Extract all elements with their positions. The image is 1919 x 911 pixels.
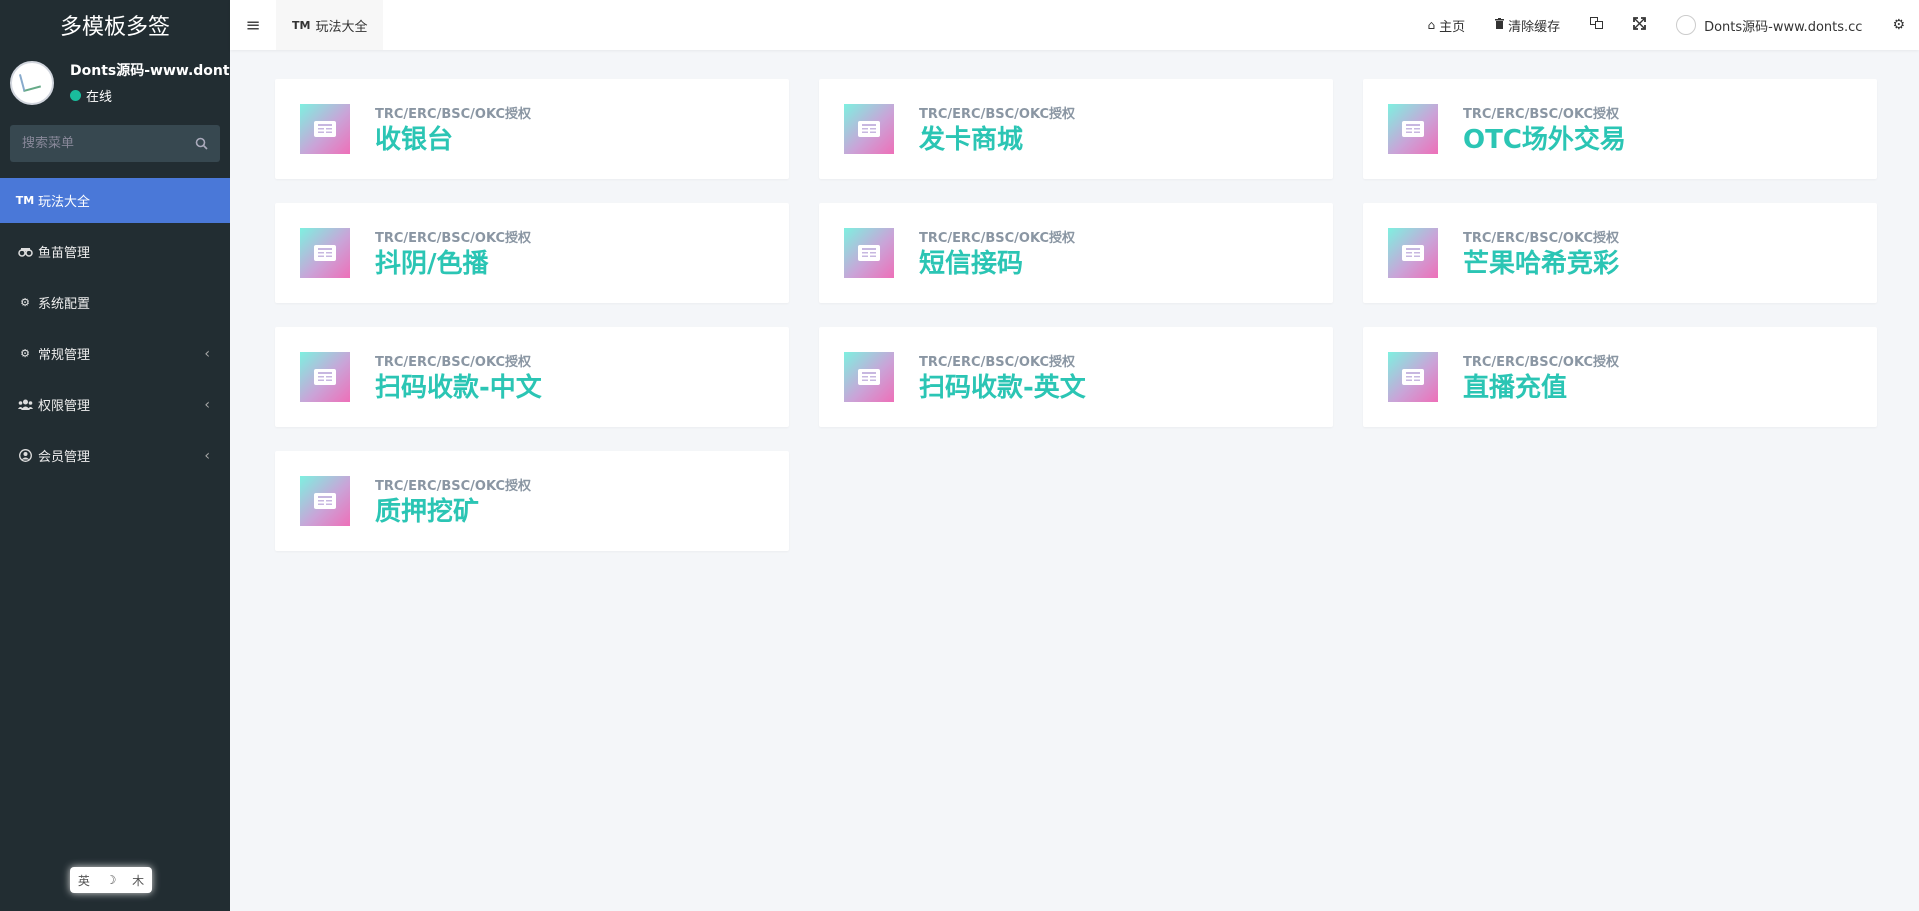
language-switcher[interactable]: 英 ☽ ⽊ — [70, 867, 152, 893]
sidebar-item-members[interactable]: 会员管理 ‹ — [0, 433, 230, 478]
settings-gears-icon[interactable]: ⚙ — [1892, 17, 1905, 33]
sidebar-item-label: 常规管理 — [38, 348, 91, 363]
card-title: 短信接码 — [919, 248, 1024, 279]
home-label: 主页 — [1439, 19, 1466, 35]
sidebar-item-label: 鱼苗管理 — [38, 246, 91, 261]
newspaper-icon — [1388, 104, 1438, 154]
card-subtitle: TRC/ERC/BSC/OKC授权 — [375, 230, 531, 246]
chevron-left-icon: ‹ — [204, 396, 210, 413]
search-input[interactable] — [22, 136, 172, 151]
topbar: ≡ TM 玩法大全 ⌂ 主页 清除缓存 Donts源码-www.donts.cc… — [230, 0, 1919, 50]
users-icon — [16, 399, 34, 410]
card-title: 芒果哈希竞彩 — [1463, 248, 1620, 279]
newspaper-icon — [1388, 228, 1438, 278]
fullscreen-button[interactable] — [1633, 16, 1646, 34]
module-card[interactable]: TRC/ERC/BSC/OKC授权 收银台 — [275, 79, 789, 179]
expand-icon — [1633, 16, 1646, 34]
sidebar-item-fish[interactable]: 鱼苗管理 — [0, 229, 230, 274]
chevron-left-icon: ‹ — [204, 447, 210, 464]
lang-option-other[interactable]: ⽊ — [132, 872, 144, 889]
gear-icon: ⚙ — [20, 296, 30, 309]
translate-button[interactable] — [1590, 17, 1604, 33]
sidebar-menu: TM 玩法大全 鱼苗管理 ⚙ 系统配置 ⚙ 常规管理 ‹ 权限管理 ‹ 会员管理… — [0, 178, 230, 478]
home-icon: ⌂ — [1427, 18, 1436, 32]
sidebar-item-system-config[interactable]: ⚙ 系统配置 — [0, 280, 230, 325]
module-card[interactable]: TRC/ERC/BSC/OKC授权 扫码收款-英文 — [819, 327, 1333, 427]
sidebar-item-general[interactable]: ⚙ 常规管理 ‹ — [0, 331, 230, 376]
chevron-left-icon: ‹ — [204, 345, 210, 362]
card-grid: TRC/ERC/BSC/OKC授权 收银台 TRC/ERC/BSC/OKC授权 … — [275, 79, 1877, 551]
user-panel: Donts源码-www.donts.cc 在线 — [0, 50, 230, 115]
newspaper-icon — [300, 228, 350, 278]
card-title: 发卡商城 — [919, 124, 1024, 155]
tm-icon: TM — [15, 194, 35, 207]
sidebar: 多模板多签 Donts源码-www.donts.cc 在线 TM 玩法大全 鱼苗… — [0, 0, 230, 911]
user-status: 在线 — [70, 86, 230, 105]
sidebar-item-permissions[interactable]: 权限管理 ‹ — [0, 382, 230, 427]
sidebar-item-label: 玩法大全 — [38, 195, 91, 210]
card-subtitle: TRC/ERC/BSC/OKC授权 — [375, 354, 531, 370]
home-link[interactable]: ⌂ 主页 — [1427, 16, 1465, 35]
newspaper-icon — [844, 352, 894, 402]
card-title: 抖阴/色播 — [375, 248, 489, 279]
newspaper-icon — [844, 104, 894, 154]
menu-toggle-icon[interactable]: ≡ — [230, 0, 276, 50]
card-subtitle: TRC/ERC/BSC/OKC授权 — [1463, 354, 1619, 370]
online-dot-icon — [70, 90, 81, 101]
sidebar-item-label: 权限管理 — [38, 399, 91, 414]
menu-search — [10, 125, 220, 162]
card-title: 扫码收款-中文 — [375, 372, 542, 403]
clear-cache-label: 清除缓存 — [1508, 19, 1561, 35]
module-card[interactable]: TRC/ERC/BSC/OKC授权 直播充值 — [1363, 327, 1877, 427]
clear-cache-button[interactable]: 清除缓存 — [1495, 16, 1560, 35]
card-title: 直播充值 — [1463, 372, 1568, 403]
module-card[interactable]: TRC/ERC/BSC/OKC授权 扫码收款-中文 — [275, 327, 789, 427]
user-name: Donts源码-www.donts.cc — [70, 63, 230, 79]
newspaper-icon — [300, 352, 350, 402]
lang-option-en[interactable]: 英 — [78, 872, 90, 889]
moon-icon[interactable]: ☽ — [106, 873, 117, 887]
avatar — [10, 60, 54, 105]
card-title: 收银台 — [375, 124, 454, 155]
card-subtitle: TRC/ERC/BSC/OKC授权 — [919, 354, 1075, 370]
newspaper-icon — [844, 228, 894, 278]
tm-icon: TM — [292, 18, 311, 32]
status-label: 在线 — [86, 90, 113, 105]
module-card[interactable]: TRC/ERC/BSC/OKC授权 发卡商城 — [819, 79, 1333, 179]
card-title: 质押挖矿 — [375, 496, 480, 527]
trash-icon — [1495, 18, 1505, 32]
module-card[interactable]: TRC/ERC/BSC/OKC授权 短信接码 — [819, 203, 1333, 303]
module-card[interactable]: TRC/ERC/BSC/OKC授权 芒果哈希竞彩 — [1363, 203, 1877, 303]
newspaper-icon — [1388, 352, 1438, 402]
card-subtitle: TRC/ERC/BSC/OKC授权 — [919, 106, 1075, 122]
search-icon[interactable] — [195, 137, 208, 150]
binoculars-icon — [16, 247, 34, 257]
newspaper-icon — [300, 476, 350, 526]
module-card[interactable]: TRC/ERC/BSC/OKC授权 质押挖矿 — [275, 451, 789, 551]
newspaper-icon — [300, 104, 350, 154]
card-subtitle: TRC/ERC/BSC/OKC授权 — [1463, 106, 1619, 122]
card-subtitle: TRC/ERC/BSC/OKC授权 — [919, 230, 1075, 246]
avatar — [1676, 15, 1697, 35]
card-title: OTC场外交易 — [1463, 124, 1626, 155]
tab-gameplay[interactable]: TM 玩法大全 — [276, 0, 384, 50]
card-subtitle: TRC/ERC/BSC/OKC授权 — [375, 106, 531, 122]
card-subtitle: TRC/ERC/BSC/OKC授权 — [375, 478, 531, 494]
topbar-actions: ⌂ 主页 清除缓存 Donts源码-www.donts.cc ⚙ — [1427, 0, 1919, 50]
brand-logo[interactable]: 多模板多签 — [0, 0, 230, 50]
gears-icon: ⚙ — [20, 347, 30, 360]
translate-icon — [1590, 17, 1604, 33]
main-content: TRC/ERC/BSC/OKC授权 收银台 TRC/ERC/BSC/OKC授权 … — [275, 79, 1877, 551]
module-card[interactable]: TRC/ERC/BSC/OKC授权 抖阴/色播 — [275, 203, 789, 303]
card-title: 扫码收款-英文 — [919, 372, 1086, 403]
module-card[interactable]: TRC/ERC/BSC/OKC授权 OTC场外交易 — [1363, 79, 1877, 179]
sidebar-item-label: 系统配置 — [38, 297, 91, 312]
user-menu[interactable]: Donts源码-www.donts.cc — [1676, 15, 1862, 35]
user-circle-icon — [16, 449, 34, 462]
top-username: Donts源码-www.donts.cc — [1704, 19, 1863, 35]
sidebar-item-gameplay[interactable]: TM 玩法大全 — [0, 178, 230, 223]
tab-label: 玩法大全 — [315, 19, 368, 35]
sidebar-item-label: 会员管理 — [38, 450, 91, 465]
card-subtitle: TRC/ERC/BSC/OKC授权 — [1463, 230, 1619, 246]
